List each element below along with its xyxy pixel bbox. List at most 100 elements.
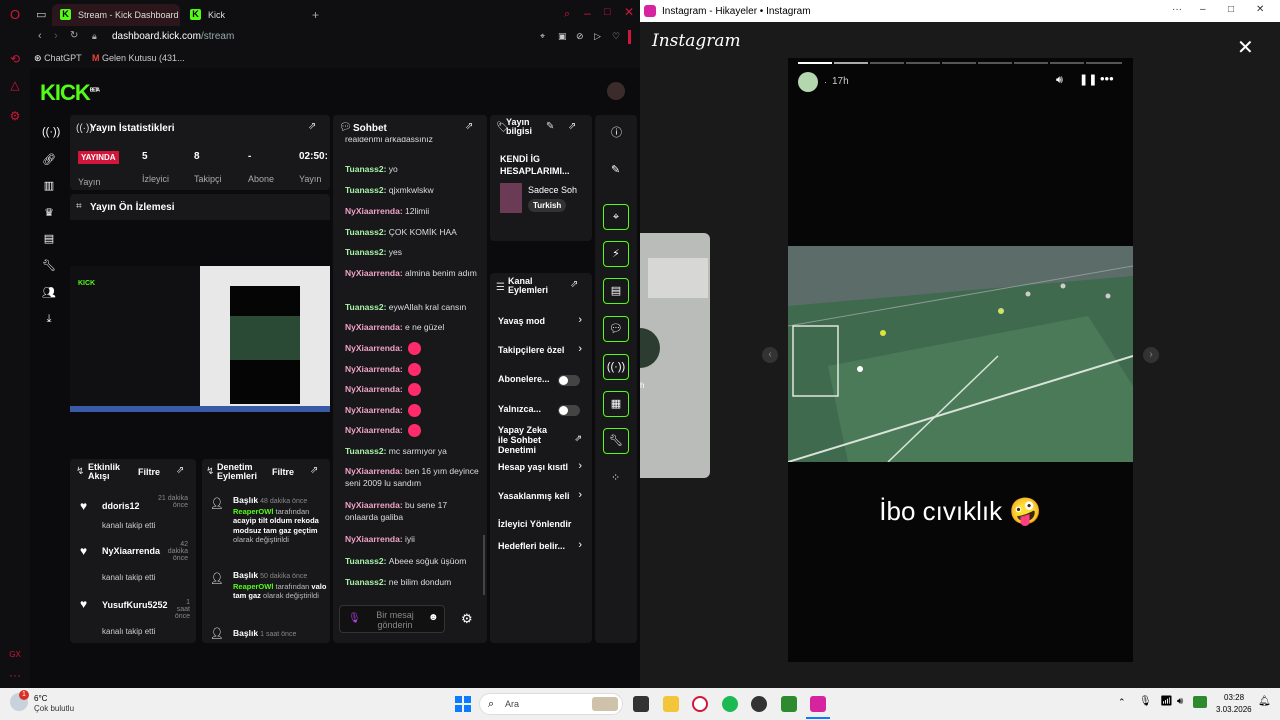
minimize-button[interactable]: –: [1200, 4, 1206, 15]
send-icon[interactable]: ▷: [594, 31, 601, 42]
file-explorer-icon[interactable]: [663, 696, 679, 712]
clip-button[interactable]: ▤: [603, 278, 629, 304]
kick-logo[interactable]: KICKBETA: [40, 80, 100, 106]
tab-kick[interactable]: K Kick: [182, 4, 306, 26]
download-nav-icon[interactable]: ⤓: [42, 312, 56, 326]
toggle-switch[interactable]: [558, 375, 580, 386]
raid-button[interactable]: ⚡︎: [603, 241, 629, 267]
chat-username[interactable]: NyXiaarrenda: [345, 268, 400, 278]
chat-username[interactable]: NyXiaarrenda: [345, 364, 400, 374]
mod-user[interactable]: ReaperOWl: [233, 582, 273, 591]
popout-icon[interactable]: ⇗: [310, 465, 318, 476]
story-author-avatar[interactable]: [798, 72, 818, 92]
url-field[interactable]: dashboard.kick.com/stream: [112, 31, 234, 42]
obs-icon[interactable]: [751, 696, 767, 712]
follower-name[interactable]: NyXiaarrenda: [102, 546, 160, 556]
chat-username[interactable]: NyXiaarrenda: [345, 322, 400, 332]
tools-nav-icon[interactable]: 🔧︎: [42, 259, 56, 273]
user-avatar[interactable]: [607, 82, 625, 100]
maximize-button[interactable]: □: [1228, 4, 1234, 15]
category-name[interactable]: Sadece Soh: [528, 185, 577, 195]
filter-button[interactable]: Filtre: [138, 467, 160, 477]
prev-story-button[interactable]: ‹: [762, 347, 778, 363]
popout-icon[interactable]: ⇗: [568, 121, 576, 132]
opera-gx-icon[interactable]: [692, 696, 708, 712]
more-icon[interactable]: ···: [8, 668, 22, 682]
clock-time[interactable]: 03:28: [1224, 693, 1244, 702]
broadcast-button[interactable]: ((·)): [603, 354, 629, 380]
close-story-icon[interactable]: ✕: [1237, 35, 1254, 60]
chat-settings-icon[interactable]: ⚙: [461, 611, 473, 627]
chat-username[interactable]: NyXiaarrenda: [345, 466, 400, 476]
filter-button[interactable]: Filtre: [272, 467, 294, 477]
chat-button[interactable]: 💬︎: [603, 316, 629, 342]
volume-icon[interactable]: 🔊︎: [1177, 696, 1183, 707]
maximize-button[interactable]: □: [604, 6, 611, 18]
channel-action-row[interactable]: Takipçilere özel ›: [490, 343, 592, 363]
gx-icon[interactable]: GX: [8, 648, 22, 662]
start-button[interactable]: [455, 696, 471, 712]
volume-icon[interactable]: 🔊︎: [1056, 74, 1063, 87]
edit-icon[interactable]: ✎: [546, 121, 554, 132]
chat-username[interactable]: NyXiaarrenda: [345, 405, 400, 415]
video-nav-icon[interactable]: ▤: [42, 232, 56, 246]
more-options-icon[interactable]: ···: [1172, 4, 1182, 15]
chat-username[interactable]: Tuanass2: [345, 227, 384, 237]
story-viewer[interactable]: · 17h 🔊︎ ❚❚ ••• İbo cıvıklık 🤪: [788, 58, 1133, 662]
follower-name[interactable]: ddoris12: [102, 501, 140, 511]
chat-username[interactable]: Tuanass2: [345, 556, 384, 566]
chat-username[interactable]: Tuanass2: [345, 185, 384, 195]
channel-action-row[interactable]: Yalnızca...: [490, 404, 592, 422]
popout-icon[interactable]: ⇗: [570, 279, 578, 290]
heart-icon[interactable]: ♡: [612, 31, 620, 42]
chat-scrollbar[interactable]: [483, 535, 485, 595]
chat-username[interactable]: NyXiaarrenda: [345, 500, 400, 510]
chat-input[interactable]: 🎙︎ Bir mesaj gönderin ☻: [339, 605, 445, 633]
edit-icon[interactable]: ✎: [611, 163, 620, 176]
analytics-nav-icon[interactable]: ▥: [42, 179, 56, 193]
minimize-button[interactable]: –: [584, 6, 591, 20]
chat-username[interactable]: Tuanass2: [345, 446, 384, 456]
spotify-icon[interactable]: [722, 696, 738, 712]
chat-username[interactable]: NyXiaarrenda: [345, 343, 400, 353]
previous-story-preview[interactable]: h: [640, 233, 710, 478]
tab-switcher-icon[interactable]: ▭: [36, 8, 46, 21]
channel-action-row[interactable]: İzleyici Yönlendir: [490, 519, 592, 537]
language-tag[interactable]: Turkish: [528, 199, 567, 212]
back-icon[interactable]: ‹: [38, 30, 42, 42]
popout-icon[interactable]: ⇗: [308, 121, 316, 132]
bookmark-chatgpt[interactable]: ⊛ ChatGPT: [34, 53, 82, 64]
channel-action-row[interactable]: Hesap yaşı kısıtl ›: [490, 460, 592, 480]
close-button[interactable]: ✕: [1256, 4, 1264, 15]
tools-button[interactable]: 🔧︎: [603, 428, 629, 454]
forward-icon[interactable]: ›: [54, 30, 58, 42]
new-tab-button[interactable]: +: [312, 8, 319, 22]
screenshot-button[interactable]: ⌖: [603, 204, 629, 230]
microphone-icon[interactable]: 🎙︎: [1139, 696, 1152, 707]
notification-center-icon[interactable]: 🔔︎: [1258, 696, 1271, 707]
instagram-taskbar-icon[interactable]: [810, 696, 826, 712]
popout-icon[interactable]: ⇗: [176, 465, 184, 476]
pin-icon[interactable]: ⌖: [540, 31, 545, 42]
popout-icon[interactable]: ⇗: [465, 121, 473, 132]
vpn-icon[interactable]: ⊘: [576, 31, 584, 42]
channel-action-row[interactable]: Abonelere...: [490, 374, 592, 392]
chat-username[interactable]: Tuanass2: [345, 577, 384, 587]
stream-nav-icon[interactable]: ((·)): [42, 125, 60, 139]
search-tabs-icon[interactable]: ⌕: [564, 8, 570, 21]
tray-overflow-icon[interactable]: ⌃: [1118, 697, 1126, 708]
chat-username[interactable]: Tuanass2: [345, 247, 384, 257]
channel-action-row[interactable]: Yapay Zeka ile Sohbet Denetimi ⇗: [490, 425, 592, 457]
close-button[interactable]: ✕: [624, 5, 634, 19]
chat-username[interactable]: Tuanass2: [345, 164, 384, 174]
trophy-nav-icon[interactable]: ♛: [42, 206, 56, 220]
mic-icon[interactable]: 🎙︎: [348, 613, 361, 624]
task-view-icon[interactable]: [633, 696, 649, 712]
minecraft-icon[interactable]: [781, 696, 797, 712]
channel-action-row[interactable]: Yavaş mod ›: [490, 314, 592, 334]
clock-date[interactable]: 3.03.2026: [1216, 705, 1252, 714]
chat-username[interactable]: NyXiaarrenda: [345, 425, 400, 435]
info-icon[interactable]: ⓘ: [611, 124, 622, 140]
chat-username[interactable]: NyXiaarrenda: [345, 384, 400, 394]
apps-icon[interactable]: ⁘: [611, 471, 620, 484]
